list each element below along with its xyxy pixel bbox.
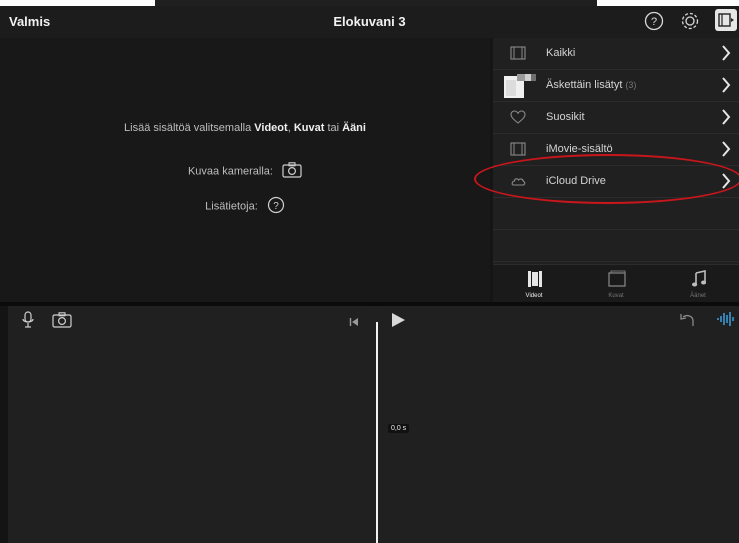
chevron-right-icon: [721, 76, 731, 94]
play-icon[interactable]: [390, 312, 406, 333]
browser-item-text: Äskettäin lisätyt: [546, 79, 623, 91]
hint-prefix: Lisää sisältöä valitsemalla: [124, 122, 252, 134]
svg-text:?: ?: [651, 16, 657, 28]
chevron-right-icon: [721, 140, 731, 158]
hint-videos: Videot: [254, 122, 288, 134]
chevron-right-icon: [721, 108, 731, 126]
more-info-line: Lisätietoja: ?: [0, 196, 490, 217]
browser-item-label: Äskettäin lisätyt (3): [546, 79, 636, 91]
browser-item-favorites[interactable]: Suosikit: [493, 102, 739, 134]
microphone-icon[interactable]: [21, 311, 35, 334]
camera-icon[interactable]: [52, 312, 72, 333]
hint-audio: Ääni: [342, 122, 366, 134]
tab-photos[interactable]: Kuvat: [575, 265, 657, 303]
help-icon[interactable]: ?: [643, 10, 665, 32]
hint-or: tai: [327, 122, 340, 134]
browser-item-label: Suosikit: [546, 111, 585, 123]
undo-icon[interactable]: [679, 312, 695, 333]
browser-item-all[interactable]: Kaikki: [493, 38, 739, 70]
tab-audio[interactable]: Äänet: [657, 265, 739, 303]
film-strip-icon: [510, 142, 526, 156]
add-content-hint: Lisää sisältöä valitsemalla Videot, Kuva…: [0, 122, 490, 134]
audio-waveform-icon[interactable]: [716, 311, 736, 332]
skip-to-start-icon[interactable]: [349, 314, 359, 332]
timeline-left-margin: [0, 306, 8, 543]
browser-item-count: (3): [625, 80, 637, 90]
tab-label: Videot: [525, 293, 543, 299]
camera-line: Kuvaa kameralla:: [0, 162, 490, 181]
timeline[interactable]: [0, 306, 739, 543]
browser-empty-row: [493, 230, 739, 262]
browser-item-text: Kaikki: [546, 47, 576, 59]
playhead[interactable]: [376, 322, 378, 543]
hint-comma: ,: [287, 122, 291, 134]
media-tab-bar: Videot Kuvat Äänet: [493, 264, 739, 303]
svg-text:?: ?: [273, 201, 279, 212]
music-note-icon: [692, 270, 707, 293]
hint-photos: Kuvat: [293, 122, 325, 134]
tab-label: Kuvat: [608, 293, 624, 299]
help-circle-icon[interactable]: ?: [267, 196, 285, 217]
highlight-ring: [474, 154, 739, 204]
gear-icon[interactable]: [679, 10, 701, 32]
project-settings-icon[interactable]: [715, 9, 737, 31]
photos-icon: [607, 270, 627, 293]
tab-videos[interactable]: Videot: [493, 265, 575, 303]
film-strip-icon: [510, 46, 526, 60]
chevron-right-icon: [721, 44, 731, 62]
tab-label: Äänet: [690, 293, 706, 299]
info-label: Lisätietoja:: [205, 200, 258, 213]
camera-label: Kuvaa kameralla:: [187, 165, 273, 178]
viewer-area: Lisää sisältöä valitsemalla Videot, Kuva…: [0, 38, 490, 302]
browser-item-text: Suosikit: [546, 111, 585, 123]
recent-thumbnails: [504, 74, 536, 98]
heart-icon: [510, 110, 526, 124]
browser-item-recently-added[interactable]: Äskettäin lisätyt (3): [493, 70, 739, 102]
project-title: Elokuvani 3: [333, 14, 406, 29]
top-edge-strip-dark: [155, 0, 597, 6]
playhead-time: 0,0 s: [388, 424, 410, 433]
browser-item-label: Kaikki: [546, 47, 575, 59]
camera-icon[interactable]: [282, 162, 302, 181]
film-icon: [527, 270, 543, 293]
